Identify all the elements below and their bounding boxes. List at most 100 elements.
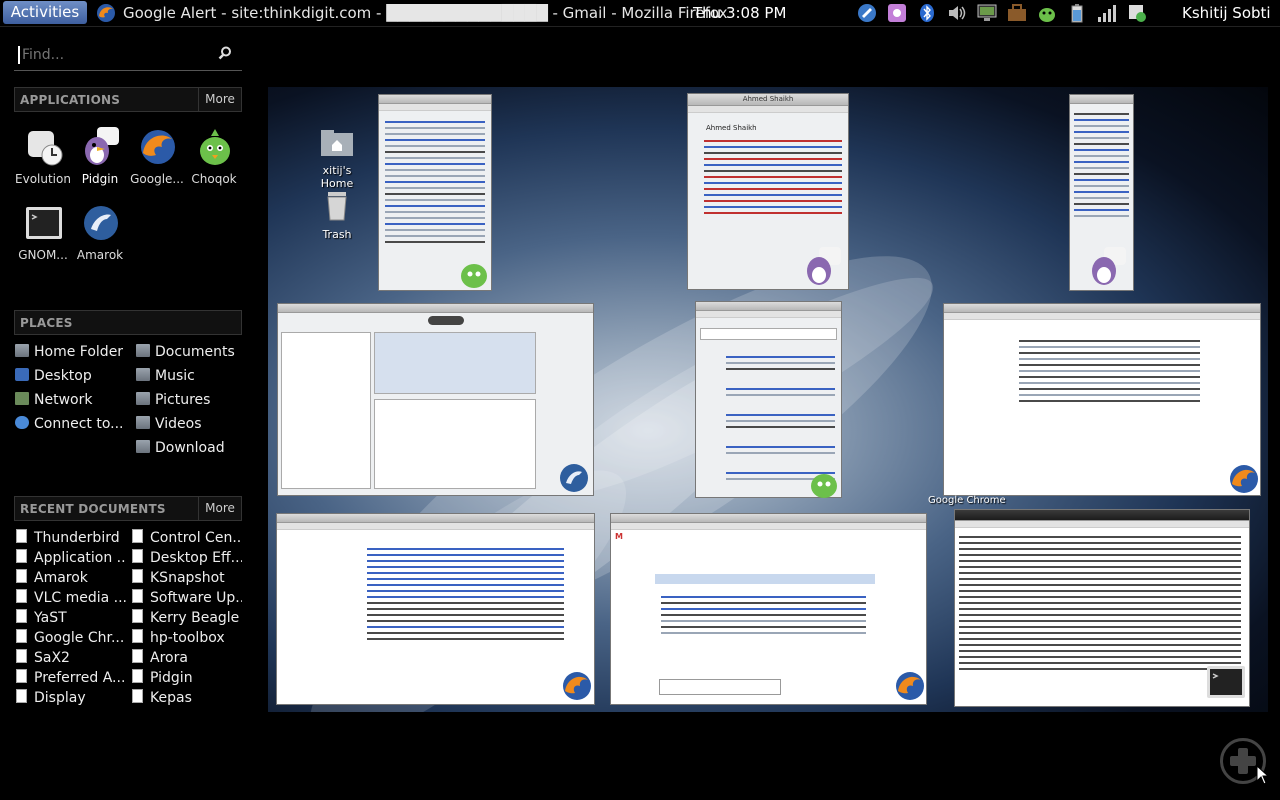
app-amarok[interactable]: Amarok <box>71 203 129 273</box>
recent-item[interactable]: SaX2 <box>15 649 127 667</box>
recent-item[interactable]: VLC media ... <box>15 589 127 607</box>
settings-tray-icon[interactable] <box>886 2 908 24</box>
place-desktop[interactable]: Desktop <box>15 367 130 385</box>
app-gnome-terminal[interactable]: GNOM... <box>14 203 72 273</box>
place-videos[interactable]: Videos <box>136 415 242 433</box>
search-icon[interactable] <box>218 46 232 60</box>
desktop-icon <box>15 368 29 381</box>
applications-title: APPLICATIONS <box>20 93 121 107</box>
activities-button[interactable]: Activities <box>3 1 87 24</box>
app-pidgin[interactable]: Pidgin <box>71 127 129 197</box>
applications-header: APPLICATIONS More <box>14 87 242 112</box>
recent-item[interactable]: Desktop Eff... <box>131 549 242 567</box>
place-home-folder[interactable]: Home Folder <box>15 343 130 361</box>
search-box <box>14 40 242 71</box>
bluetooth-icon[interactable] <box>916 2 938 24</box>
mouse-cursor-icon <box>1256 765 1268 785</box>
volume-icon[interactable] <box>946 2 968 24</box>
document-icon <box>132 589 143 603</box>
choqok-icon <box>811 474 837 498</box>
place-download[interactable]: Download <box>136 439 242 457</box>
place-documents[interactable]: Documents <box>136 343 242 361</box>
document-icon <box>132 549 143 563</box>
evolution-icon <box>28 131 63 166</box>
search-input[interactable] <box>18 46 212 64</box>
recent-item[interactable]: Arora <box>131 649 242 667</box>
window-firefox-gmail[interactable]: M <box>610 513 927 705</box>
recent-item[interactable]: Pidgin <box>131 669 242 687</box>
folder-icon <box>136 344 150 357</box>
place-music[interactable]: Music <box>136 367 242 385</box>
document-icon <box>132 669 143 683</box>
display-icon[interactable] <box>976 2 998 24</box>
choqok-tray-icon[interactable] <box>1036 2 1058 24</box>
recent-documents-header: RECENT DOCUMENTS More <box>14 496 242 521</box>
document-icon <box>16 629 27 643</box>
app-choqok[interactable]: Choqok <box>185 127 243 197</box>
place-pictures[interactable]: Pictures <box>136 391 242 409</box>
top-panel: Activities Google Alert - site:thinkdigi… <box>0 0 1280 27</box>
places-title: PLACES <box>20 316 73 330</box>
workspace-preview[interactable]: xitij's Home Trash Ahmed Shaikh Ahmed Sh… <box>268 87 1268 712</box>
recent-item[interactable]: Application ... <box>15 549 127 567</box>
recent-item[interactable]: Display <box>15 689 127 707</box>
document-icon <box>16 589 27 603</box>
firefox-icon[interactable] <box>96 3 116 23</box>
place-connect-to[interactable]: Connect to... <box>15 415 130 433</box>
update-icon[interactable] <box>1126 2 1148 24</box>
recent-item[interactable]: Kepas <box>131 689 242 707</box>
folder-icon <box>136 368 150 381</box>
terminal-icon <box>26 207 62 239</box>
battery-icon[interactable] <box>1066 2 1088 24</box>
user-menu[interactable]: Kshitij Sobti <box>1182 3 1271 23</box>
signal-icon[interactable] <box>1096 2 1118 24</box>
firefox-icon <box>141 130 175 164</box>
system-tray <box>856 2 1148 24</box>
recent-item[interactable]: Preferred A... <box>15 669 127 687</box>
app-evolution[interactable]: Evolution <box>14 127 72 197</box>
desktop-trash-icon[interactable]: Trash <box>307 191 367 241</box>
briefcase-icon[interactable] <box>1006 2 1028 24</box>
document-icon <box>16 649 27 663</box>
terminal-icon <box>1207 666 1245 698</box>
recent-item[interactable]: Google Chr... <box>15 629 127 647</box>
window-google-chrome[interactable] <box>943 303 1261 496</box>
document-icon <box>132 629 143 643</box>
recent-item[interactable]: KSnapshot <box>131 569 242 587</box>
recent-more-button[interactable]: More <box>198 497 241 520</box>
pidgin-tray-icon[interactable] <box>856 2 878 24</box>
trash-icon <box>327 192 347 221</box>
choqok-icon <box>200 129 230 165</box>
focused-window-title[interactable]: Google Alert - site:thinkdigit.com - ███… <box>123 3 727 23</box>
place-network[interactable]: Network <box>15 391 130 409</box>
document-icon <box>16 609 27 623</box>
recent-item[interactable]: YaST <box>15 609 127 627</box>
desktop-home-icon[interactable]: xitij's Home <box>307 127 367 190</box>
window-firefox-packages[interactable] <box>276 513 595 705</box>
recent-item[interactable]: Thunderbird <box>15 529 127 547</box>
document-icon <box>16 689 27 703</box>
recent-item[interactable]: hp-toolbox <box>131 629 242 647</box>
globe-icon <box>15 416 29 429</box>
document-icon <box>16 549 27 563</box>
choqok-icon <box>461 264 487 288</box>
home-folder-icon <box>15 344 29 357</box>
folder-icon <box>136 416 150 429</box>
app-google-firefox[interactable]: Google... <box>128 127 186 197</box>
firefox-icon <box>1230 465 1258 493</box>
window-amarok[interactable] <box>277 303 594 496</box>
clock[interactable]: Thu 3:08 PM <box>693 3 786 23</box>
folder-icon <box>136 392 150 405</box>
recent-item[interactable]: Amarok <box>15 569 127 587</box>
recent-item[interactable]: Control Cen... <box>131 529 242 547</box>
document-icon <box>132 649 143 663</box>
pidgin-icon <box>85 127 119 165</box>
applications-more-button[interactable]: More <box>198 88 241 111</box>
recent-item[interactable]: Kerry Beagle <box>131 609 242 627</box>
firefox-icon <box>563 672 591 700</box>
recent-item[interactable]: Software Up... <box>131 589 242 607</box>
document-icon <box>16 569 27 583</box>
document-icon <box>132 689 143 703</box>
firefox-icon <box>896 672 924 700</box>
pidgin-icon <box>807 247 841 285</box>
